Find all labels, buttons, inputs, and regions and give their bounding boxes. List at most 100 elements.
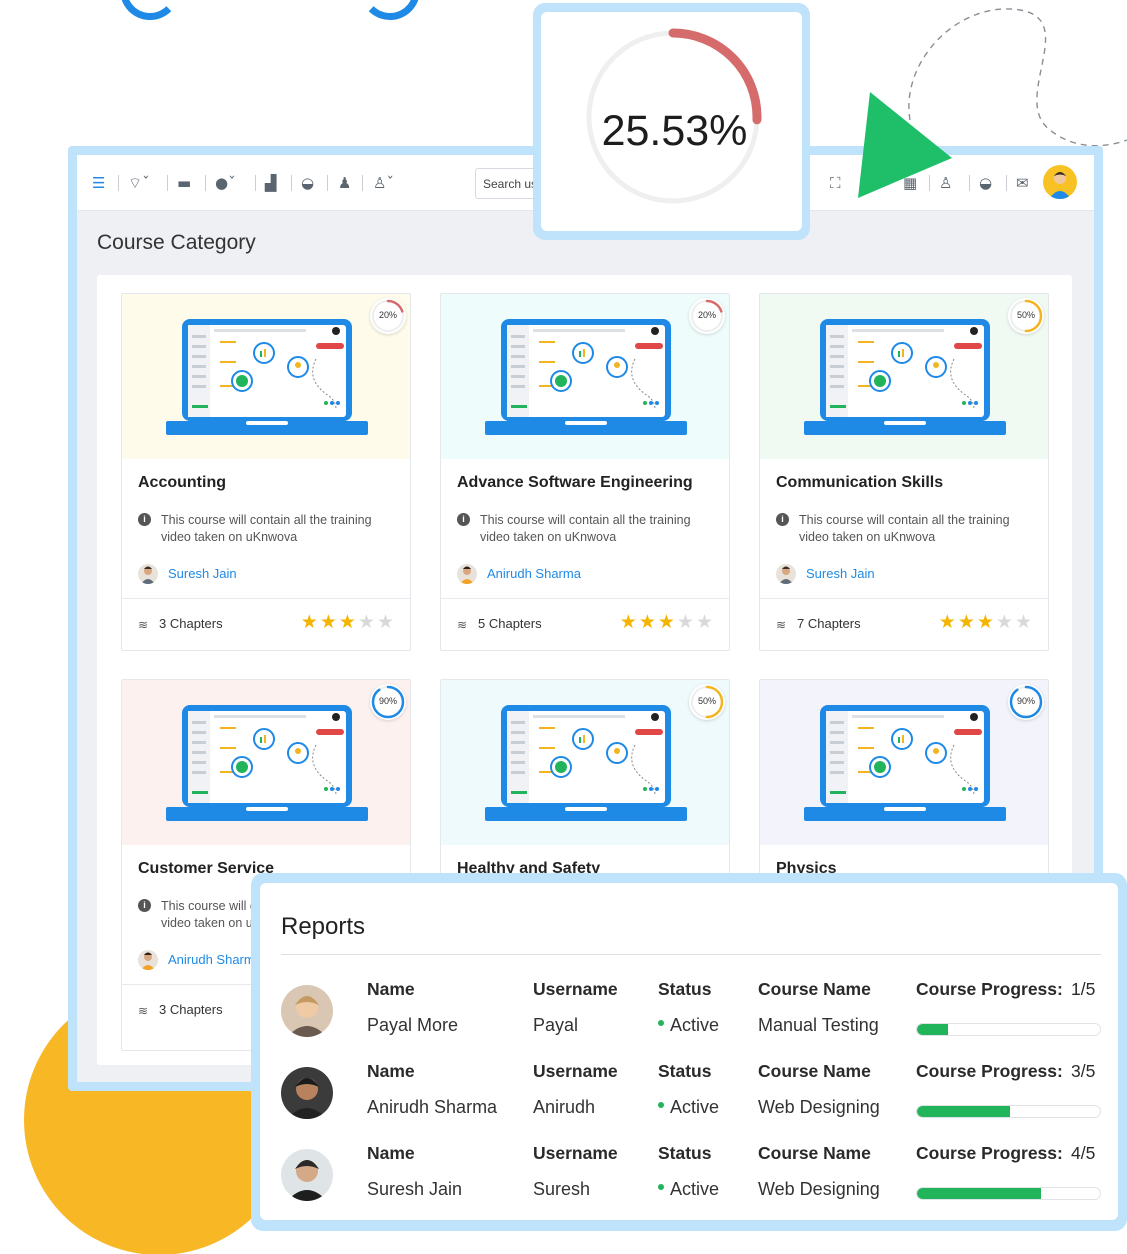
name-header: Name bbox=[367, 979, 415, 999]
status-dot bbox=[658, 1020, 664, 1027]
star-icon[interactable]: ★ bbox=[1015, 611, 1034, 633]
laptop-illustration bbox=[166, 319, 368, 444]
name-header: Name bbox=[367, 1143, 415, 1163]
course-thumbnail: 20% bbox=[122, 294, 410, 459]
course-author-link[interactable]: Suresh Jain bbox=[138, 564, 237, 584]
course-chapters: ≋ 3 Chapters bbox=[138, 1002, 223, 1018]
course-card[interactable]: 50% Communication Skills i This course will… bbox=[759, 293, 1049, 651]
username-header: Username bbox=[533, 1143, 618, 1163]
folder-icon[interactable]: ▬ bbox=[177, 174, 191, 192]
course-progress-header: Course Progress: bbox=[916, 979, 1063, 999]
toolbar-divider bbox=[1006, 175, 1007, 191]
rss-icon[interactable]: ⌔ˇ bbox=[128, 174, 150, 192]
course-progress-label: 90% bbox=[1016, 696, 1035, 706]
layers-icon: ≋ bbox=[776, 618, 787, 632]
info-icon: i bbox=[457, 513, 470, 526]
reports-divider bbox=[281, 954, 1101, 955]
star-icon[interactable]: ★ bbox=[958, 611, 977, 633]
course-progress-badge: 90% bbox=[1008, 684, 1044, 720]
course-chapters: ≋ 5 Chapters bbox=[457, 616, 542, 632]
course-progress-bar bbox=[916, 1105, 1101, 1118]
laptop-illustration bbox=[485, 319, 687, 444]
user-name: Anirudh Sharma bbox=[367, 1097, 498, 1117]
username-header: Username bbox=[533, 1061, 618, 1081]
toolbar-divider bbox=[205, 175, 206, 191]
star-icon[interactable]: ★ bbox=[320, 611, 339, 633]
course-card[interactable]: 20% Accounting i This course will contain a… bbox=[121, 293, 411, 651]
author-avatar bbox=[457, 564, 477, 584]
course-title[interactable]: Advance Software Engineering bbox=[457, 474, 693, 492]
course-thumbnail: 50% bbox=[441, 680, 729, 845]
course-author-link[interactable]: Anirudh Sharma bbox=[138, 950, 262, 970]
star-icon[interactable]: ★ bbox=[677, 611, 696, 633]
author-avatar bbox=[776, 564, 796, 584]
course-name-header: Course Name bbox=[758, 1061, 871, 1081]
star-icon[interactable]: ★ bbox=[301, 611, 320, 633]
star-icon[interactable]: ★ bbox=[339, 611, 358, 633]
course-author-link[interactable]: Anirudh Sharma bbox=[457, 564, 581, 584]
scan-icon[interactable]: ⛶ bbox=[830, 174, 841, 192]
star-icon[interactable]: ★ bbox=[977, 611, 996, 633]
course-rating[interactable]: ★★★★★ bbox=[620, 612, 715, 632]
user-username: Anirudh bbox=[533, 1097, 596, 1117]
report-user-avatar bbox=[281, 985, 333, 1037]
star-icon[interactable]: ★ bbox=[620, 611, 639, 633]
status-header: Status bbox=[658, 979, 712, 999]
course-progress-label: 20% bbox=[697, 310, 716, 320]
author-avatar bbox=[138, 564, 158, 584]
decor-bracket-right bbox=[360, 0, 420, 20]
course-progress-fill bbox=[917, 1106, 1011, 1117]
mail-icon[interactable]: ✉ bbox=[1016, 174, 1029, 192]
star-icon[interactable]: ★ bbox=[696, 611, 715, 633]
course-author-link[interactable]: Suresh Jain bbox=[776, 564, 875, 584]
card-divider bbox=[760, 598, 1048, 599]
users-icon[interactable]: ♙ˇ bbox=[373, 174, 394, 192]
card-divider bbox=[122, 598, 410, 599]
star-icon[interactable]: ★ bbox=[658, 611, 677, 633]
info-icon: i bbox=[138, 513, 151, 526]
info-icon[interactable]: ●ˇ bbox=[215, 174, 236, 192]
dashboard-gauge-icon[interactable]: ◒ bbox=[979, 174, 992, 192]
reports-title: Reports bbox=[281, 913, 366, 940]
course-progress-count: 1/5 bbox=[1071, 979, 1096, 999]
report-user-avatar bbox=[281, 1149, 333, 1201]
report-row[interactable]: Name Payal More Username Payal Status Active C… bbox=[260, 979, 1118, 1061]
course-progress-label: 90% bbox=[378, 696, 397, 706]
sidebar-toggle-icon[interactable]: ☰ bbox=[92, 174, 105, 192]
toolbar-divider bbox=[255, 175, 256, 191]
course-name-header: Course Name bbox=[758, 1143, 871, 1163]
course-thumbnail: 90% bbox=[122, 680, 410, 845]
course-rating[interactable]: ★★★★★ bbox=[301, 612, 396, 632]
user-avatar[interactable] bbox=[1043, 165, 1077, 199]
star-icon[interactable]: ★ bbox=[639, 611, 658, 633]
course-progress-bar bbox=[916, 1023, 1101, 1036]
report-row[interactable]: Name Suresh Jain Username Suresh Status Activ… bbox=[260, 1143, 1118, 1225]
star-icon[interactable]: ★ bbox=[939, 611, 958, 633]
course-name-header: Course Name bbox=[758, 979, 871, 999]
user-status: Active bbox=[658, 1015, 719, 1036]
star-icon[interactable]: ★ bbox=[358, 611, 377, 633]
course-progress-header: Course Progress: bbox=[916, 1061, 1063, 1081]
course-rating[interactable]: ★★★★★ bbox=[939, 612, 1034, 632]
user-course-name: Web Designing bbox=[758, 1097, 880, 1117]
course-description: iThis course will contain all the traini… bbox=[776, 512, 1036, 546]
laptop-illustration bbox=[804, 705, 1006, 830]
course-title[interactable]: Accounting bbox=[138, 474, 226, 492]
user-icon[interactable]: ♟ bbox=[338, 174, 351, 192]
star-icon[interactable]: ★ bbox=[377, 611, 396, 633]
status-dot bbox=[658, 1184, 664, 1191]
card-divider bbox=[441, 598, 729, 599]
course-title[interactable]: Communication Skills bbox=[776, 474, 943, 492]
bar-chart-icon[interactable]: ▟ bbox=[265, 174, 277, 192]
status-header: Status bbox=[658, 1143, 712, 1163]
course-title[interactable]: Customer Service bbox=[138, 860, 274, 878]
course-card[interactable]: 20% Advance Software Engineering i This cou… bbox=[440, 293, 730, 651]
report-row[interactable]: Name Anirudh Sharma Username Anirudh Status A… bbox=[260, 1061, 1118, 1143]
laptop-illustration bbox=[166, 705, 368, 830]
course-progress-badge: 20% bbox=[370, 298, 406, 334]
status-header: Status bbox=[658, 1061, 712, 1081]
dashboard-gauge-icon[interactable]: ◒ bbox=[301, 174, 314, 192]
course-progress-count: 3/5 bbox=[1071, 1061, 1096, 1081]
laptop-illustration bbox=[485, 705, 687, 830]
star-icon[interactable]: ★ bbox=[996, 611, 1015, 633]
